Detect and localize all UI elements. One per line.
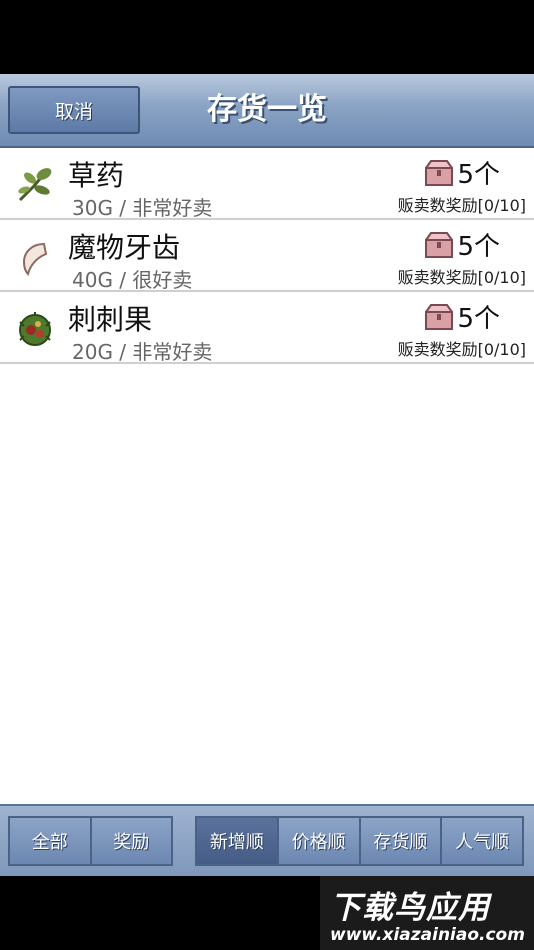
item-name: 刺刺果 (68, 303, 153, 336)
tab-reward[interactable]: 奖励 (91, 818, 171, 864)
tab-sort-newest[interactable]: 新增顺 (197, 818, 279, 864)
item-name: 魔物牙齿 (68, 231, 181, 264)
stock-count: 5个 (425, 154, 500, 191)
sales-reward: 贩卖数奖励[0/10] (397, 340, 526, 359)
header-bar: 取消 存货一览 (0, 74, 534, 148)
tab-all[interactable]: 全部 (10, 818, 92, 864)
sort-tab-group: 新增顺 价格顺 存货顺 人气顺 (195, 816, 524, 866)
status-bar-area (0, 0, 534, 74)
watermark: 下载鸟应用 www.xiazainiao.com (320, 876, 534, 950)
filter-tab-group: 全部 奖励 (8, 816, 173, 866)
item-name: 草药 (68, 159, 125, 192)
list-item[interactable]: 草药 30G / 非常好卖 5个 贩卖数奖励[0/10] (0, 148, 534, 220)
watermark-url: www.xiazainiao.com (330, 925, 525, 945)
chest-icon (425, 303, 454, 330)
stock-text: 5个 (457, 160, 500, 190)
item-price-demand: 30G / 非常好卖 (72, 196, 213, 220)
list-item[interactable]: 魔物牙齿 40G / 很好卖 5个 贩卖数奖励[0/10] (0, 220, 534, 292)
herb-icon (18, 168, 52, 202)
stock-text: 5个 (457, 232, 500, 262)
sales-reward: 贩卖数奖励[0/10] (397, 196, 526, 215)
footer-bar: 全部 奖励 新增顺 价格顺 存货顺 人气顺 (0, 804, 534, 876)
chest-icon (425, 159, 454, 186)
watermark-main: 下载鸟应用 (330, 890, 490, 926)
stock-count: 5个 (425, 226, 500, 263)
stock-count: 5个 (425, 298, 500, 335)
spiky-fruit-icon (19, 312, 51, 346)
inventory-list: 草药 30G / 非常好卖 5个 贩卖数奖励[0/10] 魔物牙齿 40G / … (0, 148, 534, 804)
item-price-demand: 20G / 非常好卖 (72, 340, 213, 364)
chest-icon (425, 231, 454, 258)
cancel-button[interactable]: 取消 (8, 86, 140, 134)
list-item[interactable]: 刺刺果 20G / 非常好卖 5个 贩卖数奖励[0/10] (0, 292, 534, 364)
fang-icon (22, 242, 48, 276)
sales-reward: 贩卖数奖励[0/10] (397, 268, 526, 287)
tab-sort-price[interactable]: 价格顺 (278, 818, 361, 864)
tab-sort-popularity[interactable]: 人气顺 (442, 818, 522, 864)
item-price-demand: 40G / 很好卖 (72, 268, 193, 292)
stock-text: 5个 (457, 304, 500, 334)
tab-sort-stock[interactable]: 存货顺 (360, 818, 443, 864)
